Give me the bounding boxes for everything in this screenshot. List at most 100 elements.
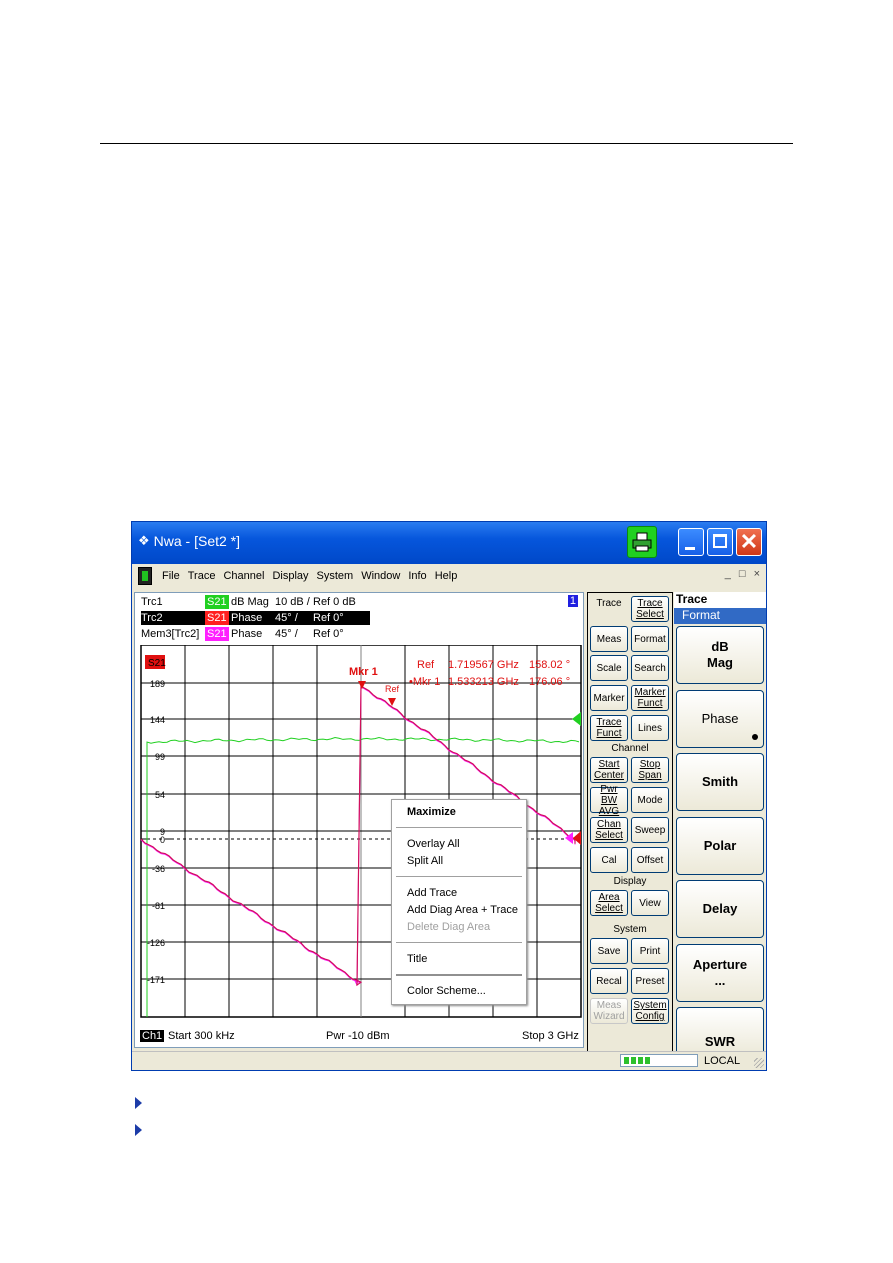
context-menu-add-diag-area-trace[interactable]: Add Diag Area + Trace [407,904,518,916]
menu-channel[interactable]: Channel [219,570,268,582]
scale-button[interactable]: Scale [590,655,628,681]
marker-readout-ref-label: Ref [417,659,435,671]
marker-funct-button[interactable]: Marker Funct [631,685,669,711]
trace-ref: Ref 0° [313,628,344,640]
trace-info-trc2[interactable]: Trc2 S21 Phase 45° / Ref 0° [141,611,370,625]
trc2-ref-arrow-icon [573,831,581,845]
y-tick-label: 144 [150,715,165,725]
start-frequency[interactable]: Start 300 kHz [168,1030,235,1042]
minimize-button[interactable] [678,528,704,556]
menu-help[interactable]: Help [431,570,462,582]
offset-button[interactable]: Offset [631,847,669,873]
format-delay-button[interactable]: Delay [676,880,764,938]
maximize-button[interactable] [707,528,733,556]
format-phase-button[interactable]: Phase [676,690,764,748]
preset-button[interactable]: Preset [631,968,669,994]
stop-frequency[interactable]: Stop 3 GHz [522,1030,579,1042]
trace-select-button[interactable]: Trace Select [631,596,669,622]
resize-grip-icon[interactable] [754,1058,764,1068]
trace-scale: 45° / [275,612,298,624]
context-menu-maximize[interactable]: Maximize [407,806,456,818]
recal-button[interactable]: Recal [590,968,628,994]
context-menu-color-scheme[interactable]: Color Scheme... [407,985,486,997]
softkey-submenu-header: Format [674,608,766,624]
area-select-button[interactable]: Area Select [590,890,628,916]
y-tick-labels: 189144995490-36-81-126-171 [141,679,173,985]
marker-readout-mkr1-label: •Mkr 1 [409,676,440,688]
diagram-area[interactable]: Trc1 S21 dB Mag 10 dB / Ref 0 dB Trc2 S2… [134,592,584,1048]
lines-button[interactable]: Lines [631,715,669,741]
active-param-badge: S21 [148,658,166,669]
mdi-restore-button[interactable]: □ [739,568,746,580]
active-indicator-dot [752,734,758,740]
context-menu-separator [396,876,522,877]
start-center-button[interactable]: Start Center [590,757,628,783]
trc1-ref-arrow-icon [572,712,581,726]
trace-format: Phase [231,612,263,624]
context-menu: Maximize Overlay All Split All Add Trace… [391,799,527,1005]
menu-file[interactable]: File [158,570,184,582]
mdi-close-button[interactable]: × [754,568,760,580]
window-title: ❖ Nwa - [Set2 *] [138,533,240,549]
nwa-window: ❖ Nwa - [Set2 *] ✕ File Trace Channel Di… [131,521,767,1071]
softkey-menu-header: Trace [674,592,766,608]
marker-button[interactable]: Marker [590,685,628,711]
trace-group-label: Trace [596,598,622,609]
stop-span-button[interactable]: Stop Span [631,757,669,783]
close-button[interactable]: ✕ [736,528,762,556]
menu-system[interactable]: System [313,570,358,582]
close-icon: ✕ [739,529,759,554]
format-phase-label: Phase [701,711,739,726]
trace-param-badge: S21 [205,611,229,625]
meas-button[interactable]: Meas [590,626,628,652]
sweep-button[interactable]: Sweep [631,817,669,843]
power-level[interactable]: Pwr -10 dBm [326,1030,390,1042]
context-menu-add-trace[interactable]: Add Trace [407,887,457,899]
system-config-button[interactable]: System Config [631,998,669,1024]
format-aperture-button[interactable]: Aperture ... [676,944,764,1002]
mdi-minimize-button[interactable]: _ [725,568,731,580]
chan-select-button[interactable]: Chan Select [590,817,628,843]
format-swr-button[interactable]: SWR [676,1007,764,1057]
display-group-label: Display [613,876,647,887]
save-button[interactable]: Save [590,938,628,964]
menu-info[interactable]: Info [404,570,430,582]
channel-group-label: Channel [611,743,649,754]
menu-display[interactable]: Display [268,570,312,582]
bullet-arrow-icon [135,1124,142,1136]
menu-window[interactable]: Window [357,570,404,582]
progress-segment [638,1057,643,1064]
context-menu-overlay-all[interactable]: Overlay All [407,838,460,850]
mode-button[interactable]: Mode [631,787,669,813]
menu-trace[interactable]: Trace [184,570,220,582]
context-menu-delete-diag-area: Delete Diag Area [407,921,491,933]
view-button[interactable]: View [631,890,669,916]
context-menu-title[interactable]: Title [407,953,427,965]
app-document-icon[interactable] [138,567,152,585]
format-button[interactable]: Format [631,626,669,652]
format-db-mag-button[interactable]: dB Mag [676,626,764,684]
system-group-label: System [613,924,647,935]
cal-button[interactable]: Cal [590,847,628,873]
y-tick-label: 54 [155,790,165,800]
marker-readout-ref-freq: 1.719567 GHz [448,659,519,671]
format-polar-button[interactable]: Polar [676,817,764,875]
context-menu-split-all[interactable]: Split All [407,855,443,867]
page-rule [100,143,793,144]
trace-name: Trc1 [141,596,163,608]
trace-funct-button[interactable]: Trace Funct [590,715,628,741]
y-tick-label: -81 [152,901,165,911]
y-tick-label: -171 [147,975,165,985]
pwr-bw-avg-button[interactable]: Pwr BW AVG [590,784,628,817]
context-menu-separator [396,827,522,828]
trace-scale: 45° / [275,628,298,640]
y-tick-label: 189 [150,679,165,689]
client-area: Trc1 S21 dB Mag 10 dB / Ref 0 dB Trc2 S2… [132,588,766,1070]
title-bar[interactable]: ❖ Nwa - [Set2 *] ✕ [132,522,766,564]
mdi-controls: _ □ × [725,568,760,580]
channel-label[interactable]: Ch1 [140,1030,165,1042]
format-smith-button[interactable]: Smith [676,753,764,811]
search-button[interactable]: Search [631,655,669,681]
print-button[interactable] [627,526,657,558]
print-softkey-button[interactable]: Print [631,938,669,964]
